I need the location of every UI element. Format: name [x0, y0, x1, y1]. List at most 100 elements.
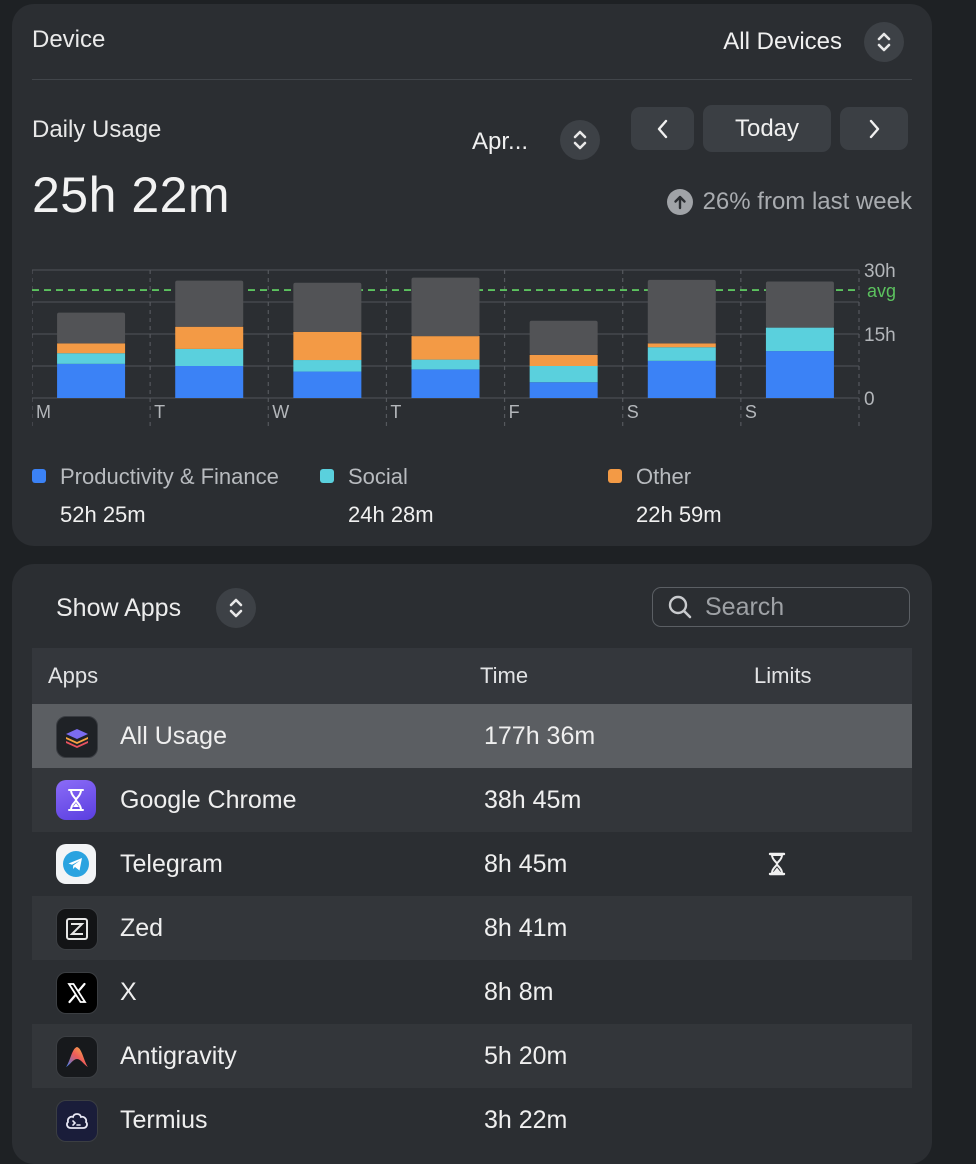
apps-table: Apps Time Limits All Usage 177h 36m Goog… [32, 648, 912, 1152]
x-tick-label: T [154, 402, 165, 422]
app-time: 8h 45m [484, 849, 568, 878]
table-row[interactable]: Zed 8h 41m [32, 896, 912, 960]
table-row[interactable]: All Usage 177h 36m [32, 704, 912, 768]
y-tick-label: 30h [864, 261, 896, 282]
bar-segment [411, 369, 480, 398]
search-placeholder: Search [705, 592, 785, 621]
bar-segment [293, 282, 362, 332]
legend-swatch [608, 469, 622, 483]
daily-usage-total: 25h 22m [32, 167, 231, 223]
legend-value: 52h 25m [60, 502, 146, 527]
apps-card: Show Apps Search Apps Time Limits All Us… [12, 564, 932, 1164]
bar-segment [765, 351, 834, 398]
bar-segment [647, 279, 716, 344]
y-tick-label: 15h [864, 325, 896, 346]
bar-segment [765, 281, 834, 328]
app-time: 177h 36m [484, 721, 596, 750]
legend-name: Other [636, 464, 692, 489]
bar-segment [57, 312, 126, 344]
antigravity-icon [56, 1036, 98, 1078]
table-row[interactable]: Telegram 8h 45m [32, 832, 912, 896]
x-tick-label: T [390, 402, 401, 422]
device-select-value[interactable]: All Devices [723, 28, 842, 56]
app-name: All Usage [120, 721, 227, 750]
legend-name: Social [348, 464, 408, 489]
hourglass-icon[interactable] [768, 832, 786, 896]
bar-segment [765, 327, 834, 352]
bar-segment [529, 320, 598, 355]
app-time: 3h 22m [484, 1105, 568, 1134]
bar-segment [175, 348, 244, 366]
bar-segment [293, 331, 362, 361]
app-name: Telegram [120, 849, 223, 878]
app-name: Zed [120, 913, 164, 942]
table-row[interactable]: Antigravity 5h 20m [32, 1024, 912, 1088]
previous-button[interactable] [631, 107, 694, 150]
legend-swatch [32, 469, 46, 483]
app-time: 8h 8m [484, 977, 554, 1006]
legend-name: Productivity & Finance [60, 464, 279, 489]
column-header-time[interactable]: Time [480, 648, 528, 704]
table-row[interactable]: X 8h 8m [32, 960, 912, 1024]
usage-card: Device All Devices Daily Usage 25h 22m A… [12, 4, 932, 546]
next-button[interactable] [840, 107, 908, 150]
up-down-chevron-icon [229, 598, 243, 618]
arrow-up-circle-icon [666, 189, 693, 215]
bar-segment [175, 366, 244, 398]
bar-segment [647, 347, 716, 361]
app-name: Termius [120, 1105, 208, 1134]
app-time: 8h 41m [484, 913, 568, 942]
divider [32, 79, 912, 80]
search-icon [668, 595, 692, 619]
show-apps-label[interactable]: Show Apps [56, 594, 181, 623]
show-apps-stepper[interactable] [216, 588, 256, 628]
bar-segment [529, 354, 598, 366]
bar-segment [175, 326, 244, 349]
x-tick-label: W [272, 402, 289, 422]
up-down-chevron-icon [877, 32, 891, 52]
bar-segment [411, 277, 480, 337]
bar-segment [57, 353, 126, 364]
legend-value: 22h 59m [636, 502, 722, 527]
chevron-right-icon [869, 119, 880, 138]
x-tick-label: F [509, 402, 520, 422]
bar-segment [411, 359, 480, 370]
bar-segment [293, 360, 362, 372]
date-select-stepper[interactable] [560, 120, 600, 160]
bar-segment [175, 280, 244, 327]
table-header: Apps Time Limits [32, 648, 912, 704]
bar-segment [57, 363, 126, 398]
app-time: 5h 20m [484, 1041, 568, 1070]
bar-segment [529, 382, 598, 398]
telegram-icon [56, 844, 96, 884]
table-row[interactable]: Termius 3h 22m [32, 1088, 912, 1152]
x-tick-label: S [627, 402, 639, 422]
average-label: avg [867, 281, 896, 301]
week-comparison: 26% from last week [666, 188, 912, 216]
x-tick-label: M [36, 402, 51, 422]
chevron-left-icon [657, 119, 667, 138]
column-header-apps[interactable]: Apps [48, 648, 98, 704]
y-tick-label: 0 [864, 389, 875, 410]
table-row[interactable]: Google Chrome 38h 45m [32, 768, 912, 832]
date-select-value[interactable]: Apr... [472, 128, 528, 156]
column-header-limits[interactable]: Limits [754, 648, 811, 704]
hourglass-app-icon [56, 780, 96, 820]
bar-segment [647, 343, 716, 348]
bar-segment [529, 366, 598, 383]
legend-swatch [320, 469, 334, 483]
zed-icon [56, 908, 98, 950]
x-logo-icon [56, 972, 98, 1014]
termius-icon [56, 1100, 98, 1142]
device-select-stepper[interactable] [864, 22, 904, 62]
search-input[interactable]: Search [652, 587, 910, 627]
week-comparison-text: 26% from last week [702, 188, 912, 215]
today-button[interactable]: Today [703, 105, 831, 152]
stack-layers-icon [56, 716, 98, 758]
bar-segment [57, 343, 126, 354]
bar-segment [647, 360, 716, 398]
app-name: Antigravity [120, 1041, 237, 1070]
app-name: X [120, 977, 137, 1006]
legend-value: 24h 28m [348, 502, 434, 527]
bar-segment [293, 371, 362, 398]
